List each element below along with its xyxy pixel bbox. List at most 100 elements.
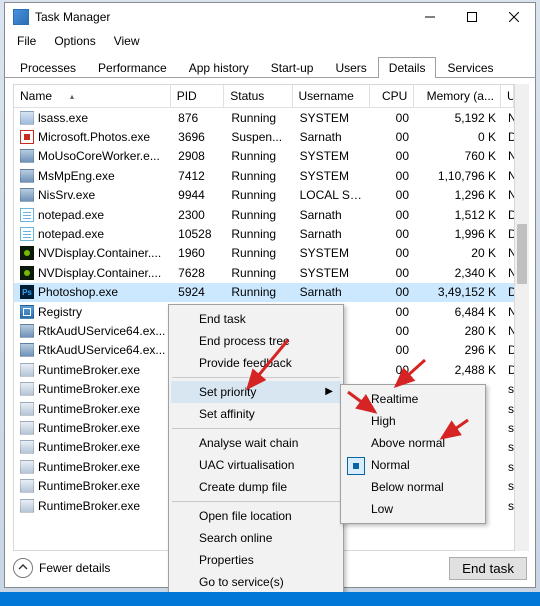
col-status[interactable]: Status xyxy=(224,85,292,107)
col-memory[interactable]: Memory (a... xyxy=(414,85,501,107)
cell-cpu: 00 xyxy=(371,169,415,183)
menu-item-end-process-tree[interactable]: End process tree xyxy=(171,330,341,352)
menu-item-set-affinity[interactable]: Set affinity xyxy=(171,403,341,425)
process-row[interactable]: NVDisplay.Container....1960RunningSYSTEM… xyxy=(14,244,514,263)
menu-options[interactable]: Options xyxy=(46,32,103,50)
process-row[interactable]: notepad.exe2300RunningSarnath001,512 KDi… xyxy=(14,205,514,224)
cell-uac: sabled xyxy=(502,479,514,493)
tab-services[interactable]: Services xyxy=(436,57,504,78)
menu-item-go-to-service-s-[interactable]: Go to service(s) xyxy=(171,571,341,593)
process-name: RtkAudUService64.ex... xyxy=(38,343,165,357)
cell-pid: 5924 xyxy=(172,285,225,299)
process-icon xyxy=(20,499,34,513)
menu-item-create-dump-file[interactable]: Create dump file xyxy=(171,476,341,498)
menu-item-end-task[interactable]: End task xyxy=(171,308,341,330)
process-row[interactable]: PsPhotoshop.exe5924RunningSarnath003,49,… xyxy=(14,283,514,302)
col-uac[interactable]: UAC vir... xyxy=(501,85,514,107)
app-icon xyxy=(13,9,29,25)
cell-pid: 10528 xyxy=(172,227,225,241)
sort-asc-icon: ▴ xyxy=(70,92,74,101)
col-cpu[interactable]: CPU xyxy=(370,85,414,107)
cell-status: Running xyxy=(225,285,293,299)
process-icon xyxy=(20,149,34,163)
tab-app-history[interactable]: App history xyxy=(178,57,260,78)
cell-mem: 280 K xyxy=(415,324,502,338)
process-icon xyxy=(20,169,34,183)
tabs: ProcessesPerformanceApp historyStart-upU… xyxy=(5,51,535,78)
fewer-details-toggle[interactable]: Fewer details xyxy=(13,558,110,578)
col-username[interactable]: Username xyxy=(293,85,370,107)
menu-item-analyse-wait-chain[interactable]: Analyse wait chain xyxy=(171,432,341,454)
col-name[interactable]: Name ▴ xyxy=(14,85,171,107)
priority-high[interactable]: High xyxy=(343,410,483,432)
cell-mem: 6,484 K xyxy=(415,305,502,319)
process-name: NVDisplay.Container.... xyxy=(38,266,161,280)
taskbar xyxy=(0,592,540,606)
cell-uac: Disabled xyxy=(502,130,514,144)
menu-file[interactable]: File xyxy=(9,32,44,50)
process-row[interactable]: MsMpEng.exe7412RunningSYSTEM001,10,796 K… xyxy=(14,166,514,185)
process-icon xyxy=(20,246,34,260)
priority-below-normal[interactable]: Below normal xyxy=(343,476,483,498)
process-name: NVDisplay.Container.... xyxy=(38,246,161,260)
vertical-scrollbar[interactable] xyxy=(515,84,529,551)
priority-normal[interactable]: Normal xyxy=(343,454,483,476)
maximize-button[interactable] xyxy=(451,3,493,31)
tab-processes[interactable]: Processes xyxy=(9,57,87,78)
menu-separator xyxy=(172,428,340,429)
process-name: RtkAudUService64.ex... xyxy=(38,324,165,338)
menu-item-uac-virtualisation[interactable]: UAC virtualisation xyxy=(171,454,341,476)
process-row[interactable]: MoUsoCoreWorker.e...2908RunningSYSTEM007… xyxy=(14,147,514,166)
menu-item-open-file-location[interactable]: Open file location xyxy=(171,505,341,527)
cell-status: Running xyxy=(225,246,293,260)
menu-item-provide-feedback[interactable]: Provide feedback xyxy=(171,352,341,374)
process-icon xyxy=(20,130,34,144)
priority-low[interactable]: Low xyxy=(343,498,483,520)
cell-status: Running xyxy=(225,266,293,280)
col-pid[interactable]: PID xyxy=(171,85,225,107)
cell-user: SYSTEM xyxy=(294,266,372,280)
close-button[interactable] xyxy=(493,3,535,31)
menu-item-set-priority[interactable]: Set priority▶ xyxy=(171,381,341,403)
menu-separator xyxy=(172,501,340,502)
menu-item-properties[interactable]: Properties xyxy=(171,549,341,571)
process-row[interactable]: lsass.exe876RunningSYSTEM005,192 KNot al… xyxy=(14,108,514,127)
cell-uac: Disabled xyxy=(502,363,514,377)
cell-uac: Not all... xyxy=(502,246,514,260)
cell-pid: 2300 xyxy=(172,208,225,222)
process-name: notepad.exe xyxy=(38,227,104,241)
submenu-arrow-icon: ▶ xyxy=(325,386,333,397)
menu-view[interactable]: View xyxy=(106,32,148,50)
process-name: RuntimeBroker.exe xyxy=(38,421,140,435)
cell-mem: 5,192 K xyxy=(415,111,502,125)
end-task-button[interactable]: End task xyxy=(449,557,527,580)
process-name: Registry xyxy=(38,305,82,319)
context-menu[interactable]: End taskEnd process treeProvide feedback… xyxy=(168,304,344,597)
process-icon xyxy=(20,479,34,493)
priority-submenu[interactable]: RealtimeHighAbove normalNormalBelow norm… xyxy=(340,384,486,524)
tab-users[interactable]: Users xyxy=(324,57,377,78)
cell-pid: 876 xyxy=(172,111,225,125)
tab-performance[interactable]: Performance xyxy=(87,57,178,78)
process-row[interactable]: notepad.exe10528RunningSarnath001,996 KD… xyxy=(14,224,514,243)
cell-mem: 1,996 K xyxy=(415,227,502,241)
cell-status: Running xyxy=(225,149,293,163)
cell-cpu: 00 xyxy=(371,305,415,319)
chevron-up-circle-icon xyxy=(13,558,33,578)
priority-realtime[interactable]: Realtime xyxy=(343,388,483,410)
process-row[interactable]: Microsoft.Photos.exe3696Suspen...Sarnath… xyxy=(14,127,514,146)
cell-cpu: 00 xyxy=(371,149,415,163)
cell-uac: sabled xyxy=(502,460,514,474)
priority-above-normal[interactable]: Above normal xyxy=(343,432,483,454)
cell-mem: 3,49,152 K xyxy=(415,285,502,299)
scrollbar-thumb[interactable] xyxy=(517,224,527,284)
minimize-button[interactable] xyxy=(409,3,451,31)
cell-status: Suspen... xyxy=(225,130,293,144)
process-row[interactable]: NisSrv.exe9944RunningLOCAL SE...001,296 … xyxy=(14,186,514,205)
tab-start-up[interactable]: Start-up xyxy=(260,57,325,78)
cell-mem: 1,10,796 K xyxy=(415,169,502,183)
cell-uac: Not all... xyxy=(502,324,514,338)
process-row[interactable]: NVDisplay.Container....7628RunningSYSTEM… xyxy=(14,263,514,282)
tab-details[interactable]: Details xyxy=(378,57,437,78)
menu-item-search-online[interactable]: Search online xyxy=(171,527,341,549)
